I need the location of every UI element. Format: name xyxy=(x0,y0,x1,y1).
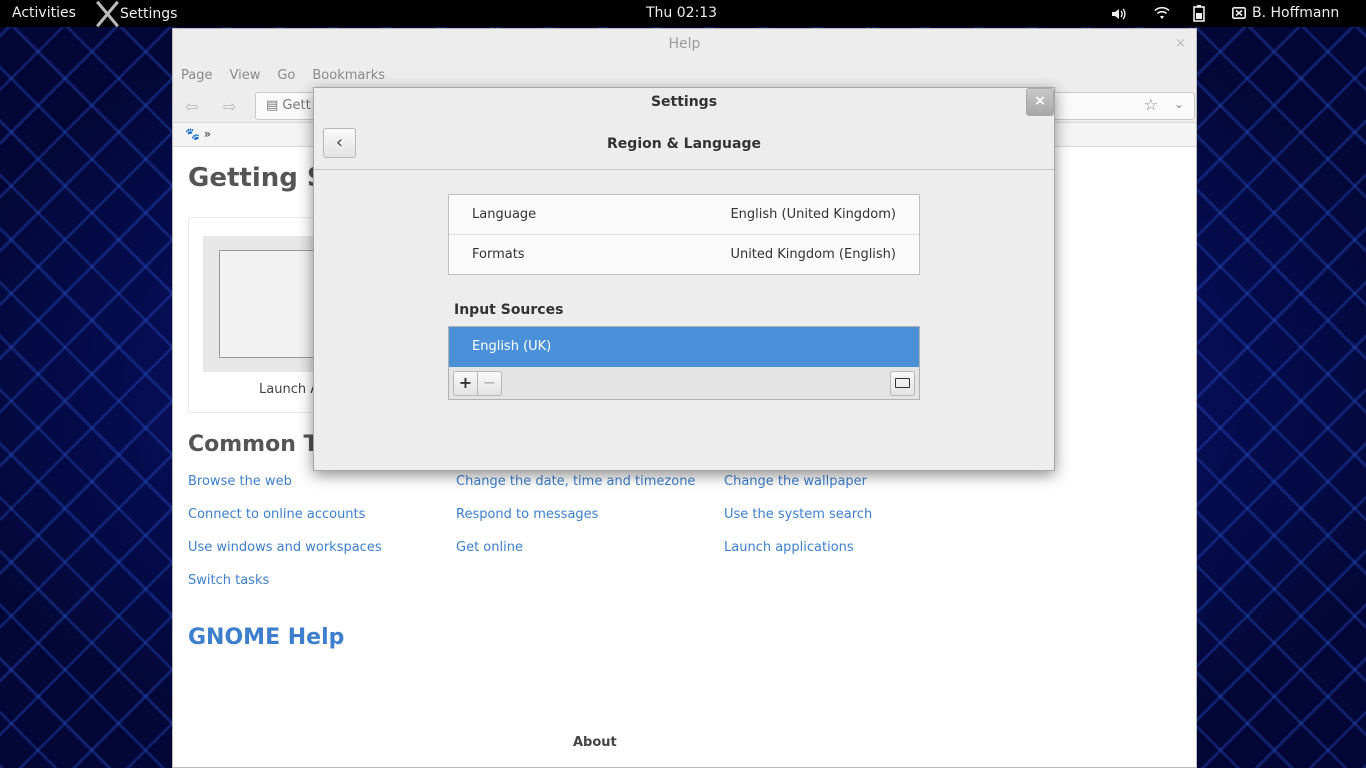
help-titlebar: Help × xyxy=(173,29,1196,61)
task-link[interactable]: Respond to messages xyxy=(456,507,598,522)
user-icon xyxy=(1232,7,1246,19)
language-value: English (United Kingdom) xyxy=(730,207,896,222)
page-title: Region & Language xyxy=(607,136,761,152)
task-link[interactable]: Change the date, time and timezone xyxy=(456,474,695,489)
keyboard-icon xyxy=(895,378,910,388)
task-link[interactable]: Use windows and workspaces xyxy=(188,540,382,555)
wifi-icon[interactable] xyxy=(1154,6,1170,20)
activities-button[interactable]: Activities xyxy=(12,5,76,21)
top-bar: Activities Settings Thu 02:13 B. Hoffman… xyxy=(0,0,1366,27)
input-source-label: English (UK) xyxy=(472,339,552,354)
card-caption: Launch A xyxy=(259,382,320,397)
input-sources-toolbar: + − xyxy=(449,367,919,399)
help-close-button[interactable]: × xyxy=(1175,29,1186,59)
input-source-row[interactable]: English (UK) xyxy=(449,327,919,367)
remove-input-source-button[interactable]: − xyxy=(477,371,502,396)
input-sources-list: English (UK) + − xyxy=(448,326,920,400)
task-link[interactable]: Get online xyxy=(456,540,523,555)
user-menu[interactable]: B. Hoffmann xyxy=(1232,5,1339,21)
formats-row[interactable]: Formats United Kingdom (English) xyxy=(449,235,919,275)
input-sources-heading: Input Sources xyxy=(454,302,564,318)
forward-arrow-icon[interactable]: ⇨ xyxy=(223,97,236,116)
gnome-foot-icon[interactable]: 🐾 xyxy=(185,127,200,141)
chevron-down-icon[interactable]: ⌄ xyxy=(1174,97,1184,111)
battery-icon[interactable] xyxy=(1193,5,1205,22)
volume-icon[interactable] xyxy=(1111,6,1127,22)
menu-bookmarks[interactable]: Bookmarks xyxy=(312,68,385,83)
menu-go[interactable]: Go xyxy=(277,68,295,83)
bookmark-star-icon[interactable]: ☆ xyxy=(1144,95,1158,114)
page-icon: ▤ xyxy=(266,98,283,113)
formats-value: United Kingdom (English) xyxy=(730,247,896,262)
language-row[interactable]: Language English (United Kingdom) xyxy=(449,195,919,235)
formats-label: Formats xyxy=(472,247,525,262)
x-logo-icon xyxy=(96,0,120,27)
add-input-source-button[interactable]: + xyxy=(453,371,478,396)
app-menu-label: Settings xyxy=(120,5,178,22)
help-menubar: Page View Go Bookmarks xyxy=(173,61,1196,89)
help-title: Help xyxy=(668,36,701,52)
location-text: Gett xyxy=(282,98,311,113)
task-link[interactable]: Browse the web xyxy=(188,474,292,489)
settings-header: ‹ Region & Language xyxy=(314,116,1054,170)
keyboard-layout-button[interactable] xyxy=(890,371,915,396)
language-label: Language xyxy=(472,207,537,222)
settings-title: Settings xyxy=(650,94,718,110)
back-arrow-icon[interactable]: ⇦ xyxy=(185,97,198,116)
clock[interactable]: Thu 02:13 xyxy=(646,5,717,21)
menu-page[interactable]: Page xyxy=(181,68,212,83)
settings-close-button[interactable]: × xyxy=(1026,88,1054,116)
app-menu[interactable]: Settings xyxy=(96,0,177,27)
common-tasks-heading: Common Ta xyxy=(188,432,331,457)
gnome-help-link[interactable]: GNOME Help xyxy=(188,625,344,650)
settings-dialog: Settings × ‹ Region & Language Language … xyxy=(313,87,1055,471)
menu-view[interactable]: View xyxy=(229,68,260,83)
about-link[interactable]: About xyxy=(573,735,617,750)
user-name: B. Hoffmann xyxy=(1252,5,1340,21)
task-link[interactable]: Launch applications xyxy=(724,540,854,555)
getting-started-heading: Getting S xyxy=(188,163,326,193)
region-list: Language English (United Kingdom) Format… xyxy=(448,194,920,275)
task-link[interactable]: Use the system search xyxy=(724,507,872,522)
task-link[interactable]: Change the wallpaper xyxy=(724,474,867,489)
task-link[interactable]: Connect to online accounts xyxy=(188,507,365,522)
task-link[interactable]: Switch tasks xyxy=(188,573,269,588)
breadcrumb-separator: » xyxy=(203,127,212,141)
